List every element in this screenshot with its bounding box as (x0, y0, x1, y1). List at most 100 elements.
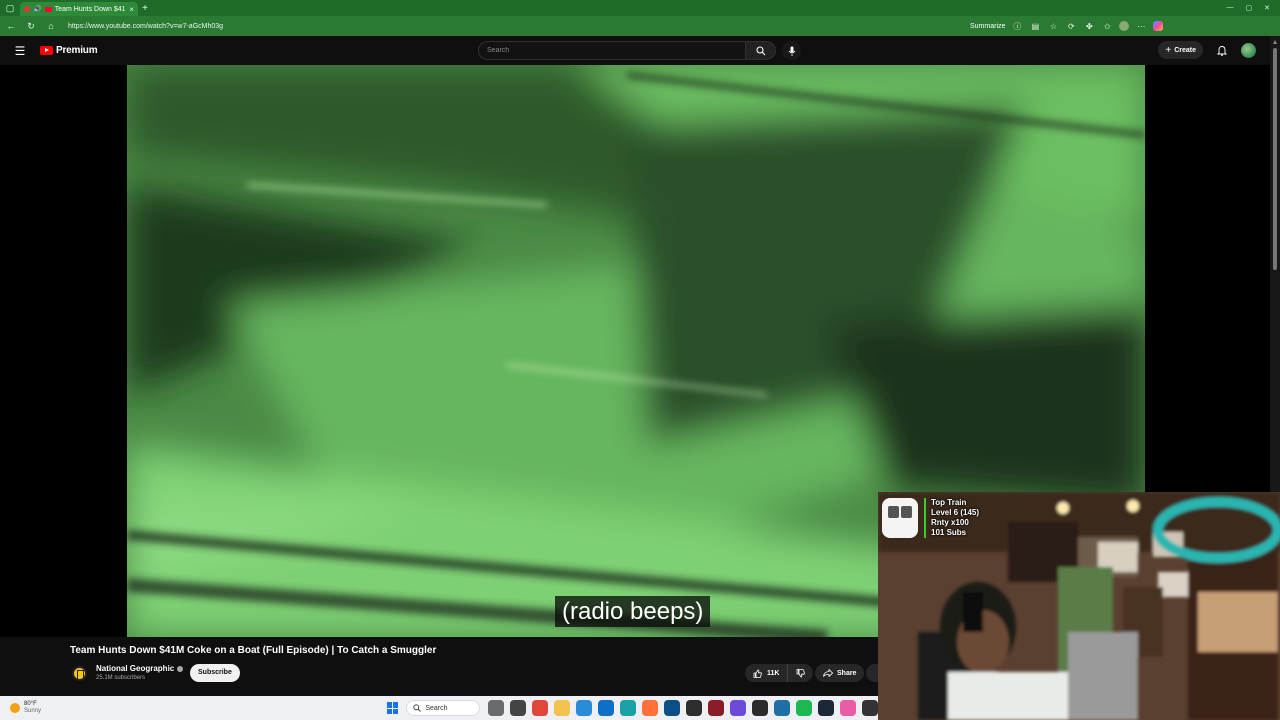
windows-taskbar: 80°F Sunny Search (0, 696, 878, 720)
back-icon[interactable]: ← (4, 21, 18, 31)
microphone-icon (788, 46, 795, 56)
maximize-icon[interactable]: ▢ (1246, 4, 1253, 12)
overlay-line-4: 101 Subs (931, 528, 967, 537)
steam-app-icon[interactable] (818, 700, 834, 716)
youtube-logo[interactable]: Premium (40, 45, 98, 56)
streamer-webcam: Top Train Level 6 (145) Rnty x100 101 Su… (878, 492, 1280, 720)
close-tab-icon[interactable]: × (129, 5, 134, 14)
new-tab-button[interactable]: + (138, 3, 152, 14)
taskbar-search-icon (413, 704, 422, 712)
notifications-button[interactable] (1215, 45, 1229, 56)
close-window-icon[interactable]: ✕ (1264, 4, 1270, 12)
video-title: Team Hunts Down $41M Coke on a Boat (Ful… (70, 645, 437, 656)
recording-indicator-icon (24, 6, 30, 12)
tab-title: Team Hunts Down $41M Col (54, 5, 127, 13)
app-icon-16[interactable] (840, 700, 856, 716)
scrollbar-thumb[interactable] (1273, 48, 1277, 270)
store-app-icon[interactable] (576, 700, 592, 716)
minimize-icon[interactable]: — (1227, 4, 1234, 12)
weather-text: 80°F Sunny (24, 701, 41, 715)
temperature: 80°F (24, 701, 37, 707)
start-button[interactable] (386, 702, 399, 714)
app-icon-12[interactable] (752, 700, 768, 716)
train-icon (882, 498, 918, 538)
edge-app-icon[interactable] (620, 700, 636, 716)
channel-avatar[interactable] (72, 666, 87, 681)
copilot-icon[interactable] (1153, 21, 1164, 31)
refresh-extension-icon[interactable]: ⟳ (1065, 22, 1077, 31)
refresh-icon[interactable]: ↻ (24, 21, 38, 32)
youtube-favicon-icon (44, 6, 52, 12)
menu-icon[interactable]: ☰ (0, 44, 40, 58)
masthead-actions: + Create (1158, 41, 1256, 59)
weather-condition: Sunny (24, 708, 42, 714)
address-bar[interactable]: https://www.youtube.com/watch?v=w7-aGcMh… (64, 23, 964, 30)
video-caption: (radio beeps) (555, 596, 711, 627)
overlay-line-3: Rnty x100 (931, 518, 969, 527)
scroll-up-icon[interactable] (1273, 40, 1277, 44)
app-icon-8[interactable] (664, 700, 680, 716)
favorites-icon[interactable]: ✩ (1101, 22, 1113, 31)
chrome-app-icon[interactable] (532, 700, 548, 716)
app-icon-10[interactable] (708, 700, 724, 716)
channel-name[interactable]: National Geographic (96, 664, 184, 673)
thumbs-up-icon (753, 669, 762, 678)
subscriber-count: 25.1M subscribers (96, 675, 146, 681)
app-icon-13[interactable] (774, 700, 790, 716)
weather-widget[interactable]: 80°F Sunny (0, 701, 387, 715)
spotify-app-icon[interactable] (796, 700, 812, 716)
plus-icon: + (1165, 44, 1172, 56)
app-icon-9[interactable] (686, 700, 702, 716)
browser-profile-avatar[interactable] (1119, 21, 1130, 31)
home-icon[interactable]: ⌂ (44, 21, 58, 31)
account-avatar[interactable] (1241, 42, 1256, 58)
share-button[interactable]: Share (815, 664, 865, 682)
channel-name-text: National Geographic (96, 664, 175, 673)
more-options-icon[interactable]: ⋯ (1135, 22, 1147, 31)
file-explorer-icon[interactable] (554, 700, 570, 716)
subscribe-button[interactable]: Subscribe (190, 664, 240, 682)
create-button[interactable]: + Create (1158, 41, 1203, 59)
task-view-icon[interactable] (488, 700, 504, 716)
overlay-line-1: Top Train (931, 498, 967, 507)
active-tab[interactable]: 🔊 Team Hunts Down $41M Col × (20, 2, 138, 16)
app-icon-17[interactable] (862, 700, 878, 716)
overlay-line-2: Level 6 (145) (931, 508, 980, 517)
youtube-masthead: ☰ Premium + Create (0, 36, 1270, 65)
hype-train-stats: Top Train Level 6 (145) Rnty x100 101 Su… (924, 498, 979, 538)
voice-search-button[interactable] (782, 41, 801, 60)
taskbar-search-label: Search (425, 704, 448, 712)
browser-toolbar: ← ↻ ⌂ https://www.youtube.com/watch?v=w7… (0, 16, 1280, 36)
page-info-icon[interactable]: ⓘ (1011, 21, 1023, 32)
tab-actions-icon[interactable]: ▢ (0, 0, 20, 16)
audio-playing-icon[interactable]: 🔊 (33, 5, 42, 13)
share-icon (823, 669, 833, 677)
verified-icon (177, 665, 184, 672)
outlook-app-icon[interactable] (598, 700, 614, 716)
taskbar-search[interactable]: Search (406, 700, 480, 716)
dislike-button[interactable] (788, 664, 813, 682)
logo-text: Premium (56, 45, 98, 56)
search-input[interactable] (478, 41, 746, 60)
bell-icon (1217, 45, 1227, 56)
favorite-star-icon[interactable]: ☆ (1047, 22, 1059, 31)
youtube-play-logo-icon (40, 46, 53, 55)
firefox-app-icon[interactable] (642, 700, 658, 716)
train-window-right (901, 506, 912, 518)
pinned-apps (488, 700, 878, 716)
extensions-icon[interactable]: ✤ (1083, 22, 1095, 31)
like-button[interactable]: 11K (745, 664, 789, 682)
stream-overlay: Top Train Level 6 (145) Rnty x100 101 Su… (882, 498, 979, 538)
reading-view-icon[interactable]: ▤ (1029, 22, 1041, 31)
widgets-icon[interactable] (510, 700, 526, 716)
share-label: Share (837, 669, 857, 677)
train-window-left (888, 506, 899, 518)
sun-icon (10, 703, 20, 713)
window-controls: — ▢ ✕ (1227, 4, 1280, 12)
summarize-button[interactable]: Summarize (970, 23, 1005, 30)
discord-app-icon[interactable] (730, 700, 746, 716)
like-dislike-group: 11K (745, 664, 814, 682)
thumbs-down-icon (797, 668, 806, 677)
search-icon (755, 45, 765, 55)
search-button[interactable] (746, 41, 776, 60)
